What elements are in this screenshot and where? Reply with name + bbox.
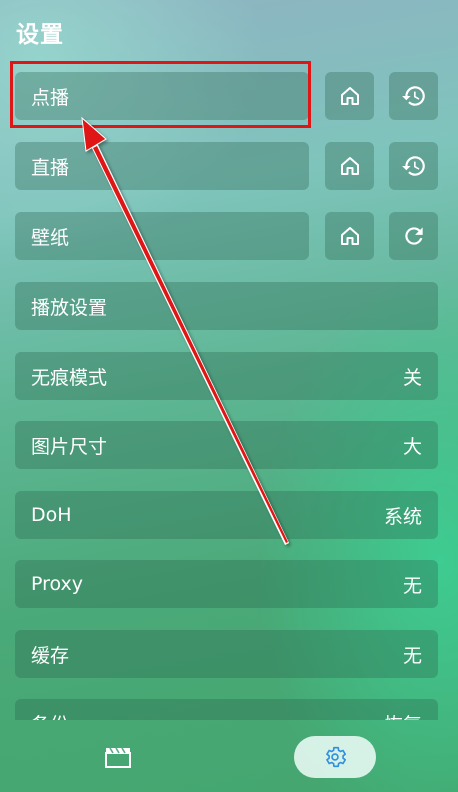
incognito-button[interactable]: 无痕模式 关 [15, 352, 438, 400]
doh-button[interactable]: DoH 系统 [15, 491, 438, 539]
player-settings-label: 播放设置 [31, 296, 108, 319]
history-icon [401, 156, 425, 176]
wallpaper-refresh-button[interactable] [389, 212, 438, 260]
wallpaper-label: 壁纸 [31, 226, 70, 249]
incognito-value: 关 [402, 366, 422, 389]
vod-history-button[interactable] [389, 72, 438, 120]
vod-button[interactable]: 点播 [15, 72, 309, 120]
doh-value: 系统 [383, 505, 422, 528]
settings-row-backup: 备份 恢复 [15, 699, 438, 720]
incognito-label: 无痕模式 [31, 366, 108, 389]
vod-home-button[interactable] [325, 72, 374, 120]
cache-value: 无 [402, 644, 422, 667]
image-size-label: 图片尺寸 [31, 435, 108, 458]
refresh-icon [404, 227, 423, 245]
cache-button[interactable]: 缓存 无 [15, 630, 438, 678]
wallpaper-home-button[interactable] [325, 212, 374, 260]
image-size-value: 大 [402, 435, 422, 458]
home-icon [340, 87, 359, 105]
history-icon [401, 86, 425, 106]
backup-label: 备份 [31, 710, 69, 721]
gear-icon [326, 746, 346, 768]
vod-label: 点播 [31, 86, 70, 109]
backup-value: 恢复 [384, 710, 422, 721]
clapperboard-icon [105, 747, 131, 768]
backup-button[interactable]: 备份 恢复 [15, 699, 438, 720]
settings-row-proxy: Proxy 无 [15, 560, 438, 608]
proxy-value: 无 [402, 574, 422, 597]
live-button[interactable]: 直播 [15, 142, 309, 190]
settings-row-incognito: 无痕模式 关 [15, 352, 438, 400]
home-icon [340, 227, 359, 245]
settings-row-live: 直播 [15, 142, 438, 190]
settings-row-cache: 缓存 无 [15, 630, 438, 678]
settings-row-vod: 点播 [15, 72, 438, 120]
proxy-button[interactable]: Proxy 无 [15, 560, 438, 608]
cache-label: 缓存 [31, 644, 70, 667]
settings-row-image-size: 图片尺寸 大 [15, 421, 438, 469]
bottom-navigation [0, 720, 458, 792]
home-icon [340, 157, 359, 175]
player-settings-button[interactable]: 播放设置 [15, 282, 438, 330]
settings-row-player: 播放设置 [15, 282, 438, 330]
doh-label: DoH [31, 504, 72, 526]
live-home-button[interactable] [325, 142, 374, 190]
nav-home-button[interactable] [86, 736, 150, 778]
nav-settings-button[interactable] [294, 736, 376, 778]
live-label: 直播 [31, 156, 70, 179]
image-size-button[interactable]: 图片尺寸 大 [15, 421, 438, 469]
wallpaper-button[interactable]: 壁纸 [15, 212, 309, 260]
settings-row-wallpaper: 壁纸 [15, 212, 438, 260]
live-history-button[interactable] [389, 142, 438, 190]
page-title: 设置 [16, 22, 64, 48]
proxy-label: Proxy [31, 573, 84, 595]
settings-row-doh: DoH 系统 [15, 491, 438, 539]
settings-list[interactable]: 点播 直播 壁纸 播放设置 无痕模式 关 图片尺寸 大 DoH 系统 Proxy… [15, 72, 438, 720]
